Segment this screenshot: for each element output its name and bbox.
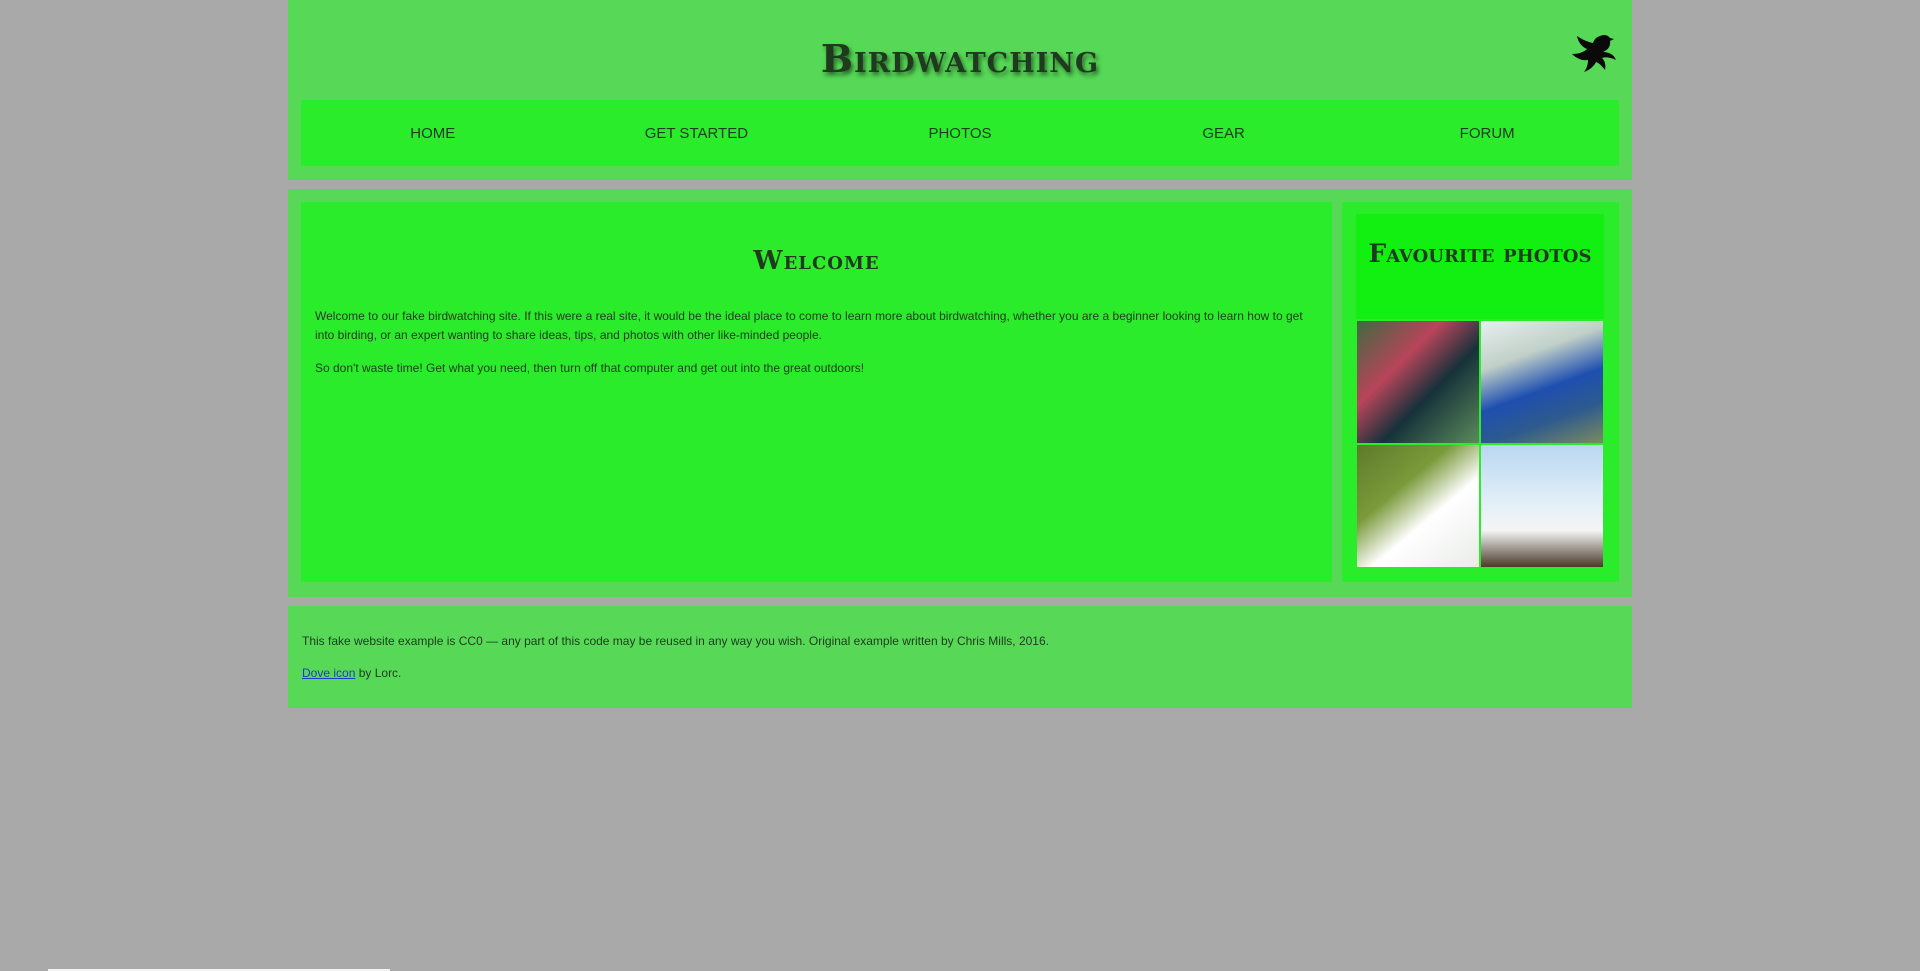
article-paragraph: So don't waste time! Get what you need, … bbox=[315, 361, 865, 375]
article-heading: Welcome bbox=[753, 246, 880, 276]
dove-icon-link[interactable]: Dove icon bbox=[302, 666, 355, 680]
license-text: This fake website example is CC0 — any p… bbox=[302, 634, 1049, 648]
ibis-photo[interactable] bbox=[1357, 445, 1479, 567]
site-footer: This fake website example is CC0 — any p… bbox=[288, 606, 1632, 708]
icon-credit: Dove icon by Lorc. bbox=[302, 666, 401, 680]
sidebar-heading: Favourite photos bbox=[1368, 239, 1592, 268]
photo-gallery bbox=[1357, 321, 1603, 569]
peacock-photo[interactable] bbox=[1481, 321, 1603, 443]
main-nav: Home Get started Photos Gear Forum bbox=[301, 100, 1619, 166]
nav-item-forum[interactable]: Forum bbox=[1355, 125, 1619, 142]
nav-item-photos[interactable]: Photos bbox=[828, 125, 1092, 142]
tui-photo[interactable] bbox=[1357, 321, 1479, 443]
pelican-photo[interactable] bbox=[1481, 445, 1603, 567]
page-wrapper: Birdwatching Home Get started Photos Gea… bbox=[288, 0, 1632, 708]
dove-icon bbox=[1572, 34, 1616, 72]
main-content: Welcome Welcome to our fake birdwatching… bbox=[288, 189, 1632, 597]
article-paragraph: Welcome to our fake birdwatching site. I… bbox=[315, 309, 1303, 342]
site-title: Birdwatching bbox=[820, 36, 1100, 81]
welcome-article: Welcome Welcome to our fake birdwatching… bbox=[301, 202, 1332, 582]
favourite-photos-sidebar: Favourite photos bbox=[1342, 202, 1619, 582]
nav-item-get-started[interactable]: Get started bbox=[565, 125, 829, 142]
credit-suffix: by Lorc. bbox=[355, 666, 402, 680]
nav-item-home[interactable]: Home bbox=[301, 125, 565, 142]
site-header: Birdwatching Home Get started Photos Gea… bbox=[288, 0, 1632, 180]
sidebar-header: Favourite photos bbox=[1356, 214, 1604, 319]
nav-item-gear[interactable]: Gear bbox=[1092, 125, 1356, 142]
